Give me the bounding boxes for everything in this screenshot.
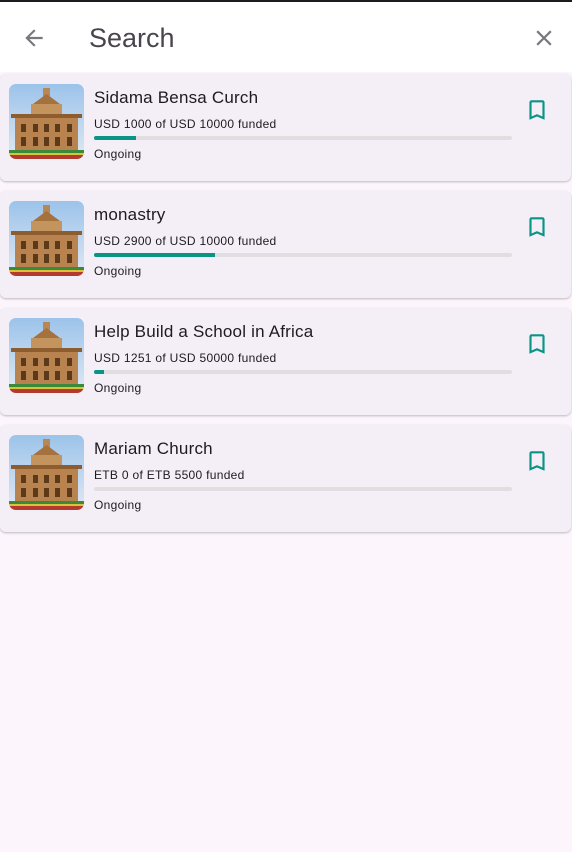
project-title: Help Build a School in Africa [94,322,314,341]
project-status: Ongoing [94,264,142,278]
project-thumbnail [9,435,84,510]
funding-text: USD 1000 of USD 10000 funded [94,117,277,131]
funding-progress-bar [94,487,512,491]
funding-progress-bar [94,136,512,140]
bookmark-outline-icon [529,334,545,354]
back-button[interactable] [18,22,50,54]
project-card[interactable]: Help Build a School in Africa USD 1251 o… [0,308,571,415]
project-card[interactable]: Sidama Bensa Curch USD 1000 of USD 10000… [0,74,571,181]
funding-progress-fill [94,253,216,257]
bookmark-outline-icon [529,100,545,120]
bookmark-outline-icon [529,217,545,237]
funding-text: USD 1251 of USD 50000 funded [94,351,277,365]
project-status: Ongoing [94,381,142,395]
clear-search-button[interactable] [528,22,560,54]
bookmark-button[interactable] [523,330,551,358]
funding-progress-bar [94,253,512,257]
project-title: Mariam Church [94,439,213,458]
project-title: Sidama Bensa Curch [94,88,259,107]
funding-progress-fill [94,136,136,140]
close-icon [536,30,552,46]
bookmark-button[interactable] [523,447,551,475]
funding-text: USD 2900 of USD 10000 funded [94,234,277,248]
project-thumbnail [9,84,84,159]
project-thumbnail [9,318,84,393]
project-list: Sidama Bensa Curch USD 1000 of USD 10000… [0,72,572,532]
project-status: Ongoing [94,147,142,161]
search-input[interactable] [89,20,489,56]
funding-progress-fill [94,370,105,374]
funding-text: ETB 0 of ETB 5500 funded [94,468,245,482]
project-title: monastry [94,205,166,224]
project-card[interactable]: Mariam Church ETB 0 of ETB 5500 funded O… [0,425,571,532]
project-status: Ongoing [94,498,142,512]
bookmark-button[interactable] [523,213,551,241]
arrow-back-icon [25,29,43,47]
project-thumbnail [9,201,84,276]
bookmark-outline-icon [529,451,545,471]
bookmark-button[interactable] [523,96,551,124]
search-app-bar [0,2,572,72]
project-card[interactable]: monastry USD 2900 of USD 10000 funded On… [0,191,571,298]
funding-progress-bar [94,370,512,374]
